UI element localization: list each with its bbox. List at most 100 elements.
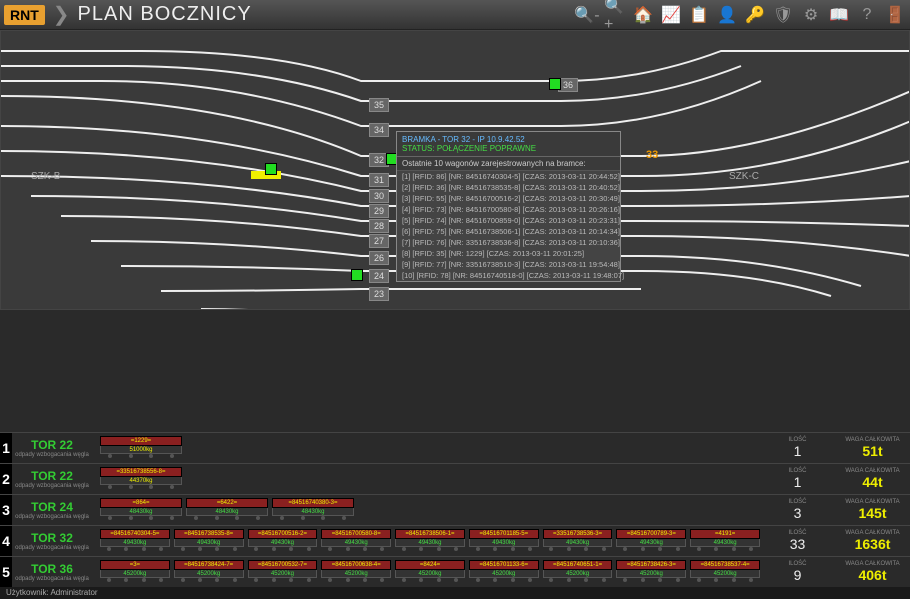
wagon-number: =84516701133-6= [469, 560, 539, 570]
gate-tooltip: BRAMKA - TOR 32 - IP 10.9.42.52 STATUS: … [396, 131, 621, 282]
wagon-weight: 45200kg [174, 570, 244, 578]
exit-icon[interactable]: 🚪 [884, 4, 906, 26]
wagon-number: =84516701185-5= [469, 529, 539, 539]
home-icon[interactable]: 🏠 [632, 4, 654, 26]
wagon[interactable]: =84516740651-1= 45200kg [543, 560, 613, 584]
wagon[interactable]: =4191= 49430kg [690, 529, 760, 553]
user-icon[interactable]: 👤 [716, 4, 738, 26]
wagon-weight: 48430kg [272, 508, 354, 516]
wagon[interactable]: =84516738506-1= 49430kg [395, 529, 465, 553]
book-icon[interactable]: 📖 [828, 4, 850, 26]
wagon-number: =1229= [100, 436, 182, 446]
wagon-number: =84516738424-7= [174, 560, 244, 570]
zoom-out-icon[interactable]: 🔍- [576, 4, 598, 26]
wagon-weight: 45200kg [690, 570, 760, 578]
wagon[interactable]: =6422= 48430kg [186, 498, 268, 522]
wagon-number: =84516740651-1= [543, 560, 613, 570]
shield-icon[interactable]: 🛡 [772, 4, 794, 26]
wagon[interactable]: =84516701185-5= 49430kg [469, 529, 539, 553]
wagon-number: =4191= [690, 529, 760, 539]
track-number[interactable]: 26 [369, 251, 389, 265]
tooltip-row: [4] [RFID: 73] [NR: 84516700580-8] [CZAS… [397, 204, 620, 215]
wagon-weight: 49430kg [100, 539, 170, 547]
gate-marker[interactable] [351, 269, 363, 281]
track-number[interactable]: 24 [369, 269, 389, 283]
track-label[interactable]: TOR 22 odpady wzbogacania węgla [12, 438, 92, 458]
track-subtitle: odpady wzbogacania węgla [12, 452, 92, 458]
track-number[interactable]: 27 [369, 234, 389, 248]
tooltip-row: [9] [RFID: 77] [NR: 33516738510-3] [CZAS… [397, 259, 620, 270]
szk-left-label: SZK-B [31, 171, 60, 182]
wagon[interactable]: =84516738424-7= 45200kg [174, 560, 244, 584]
header: RNT ❯ PLAN BOCZNICY 🔍- 🔍+ 🏠 📈 📋 👤 🔑 🛡 ⚙ … [0, 0, 910, 30]
track-label[interactable]: TOR 32 odpady wzbogacania węgla [12, 531, 92, 551]
wagon[interactable]: =864= 48430kg [100, 498, 182, 522]
wagon[interactable]: =84516700789-3= 49430kg [616, 529, 686, 553]
tooltip-row: [5] [RFID: 74] [NR: 84516700859-0] [CZAS… [397, 215, 620, 226]
wagon[interactable]: =84516701133-6= 45200kg [469, 560, 539, 584]
wagon[interactable]: =84516700532-7= 45200kg [248, 560, 318, 584]
track-number[interactable]: 34 [369, 123, 389, 137]
track-number[interactable]: 35 [369, 98, 389, 112]
track-number[interactable]: 23 [369, 287, 389, 301]
wagon-number: =84516740380-3= [272, 498, 354, 508]
track-row: 5 TOR 36 odpady wzbogacania węgla =3= 45… [0, 556, 910, 587]
gear-icon[interactable]: ⚙ [800, 4, 822, 26]
track-weight: 51t [835, 443, 910, 459]
wagon[interactable]: =84516738426-3= 45200kg [616, 560, 686, 584]
track-number[interactable]: 30 [369, 189, 389, 203]
wagon[interactable]: =84516738537-4= 45200kg [690, 560, 760, 584]
track-row: 3 TOR 24 odpady wzbogacania węgla =864= … [0, 494, 910, 525]
track-weight: 1636t [835, 536, 910, 552]
track-list: 1 TOR 22 odpady wzbogacania węgla =1229=… [0, 432, 910, 587]
track-count: 1 [760, 474, 835, 490]
clipboard-icon[interactable]: 📋 [688, 4, 710, 26]
track-number[interactable]: 31 [369, 173, 389, 187]
wagon[interactable]: =8424= 45200kg [395, 560, 465, 584]
wagon[interactable]: =84516700516-2= 49430kg [248, 529, 318, 553]
track-label[interactable]: TOR 22 odpady wzbogacania węgla [12, 469, 92, 489]
wagon[interactable]: =84516700580-8= 49430kg [321, 529, 391, 553]
toolbar: 🔍- 🔍+ 🏠 📈 📋 👤 🔑 🛡 ⚙ 📖 ? 🚪 [576, 4, 906, 26]
help-icon[interactable]: ? [856, 4, 878, 26]
wagon[interactable]: =3= 45200kg [100, 560, 170, 584]
wagon[interactable]: =1229= 51000kg [100, 436, 182, 460]
wagon[interactable]: =33516738556-8= 44370kg [100, 467, 182, 491]
track-index: 5 [0, 557, 12, 587]
track-weight: 406t [835, 567, 910, 583]
wagon[interactable]: =84516740304-5= 49430kg [100, 529, 170, 553]
wagon-number: =33516738556-8= [100, 467, 182, 477]
wagon-weight: 49430kg [690, 539, 760, 547]
track-label[interactable]: TOR 24 odpady wzbogacania węgla [12, 500, 92, 520]
wagon-number: =84516700580-8= [321, 529, 391, 539]
key-icon[interactable]: 🔑 [744, 4, 766, 26]
tooltip-row: [1] [RFID: 86] [NR: 84516740304-5] [CZAS… [397, 171, 620, 182]
logo: RNT [4, 5, 45, 25]
wagon[interactable]: =33516738536-3= 49430kg [543, 529, 613, 553]
track-number[interactable]: 28 [369, 219, 389, 233]
wagon-number: =8424= [395, 560, 465, 570]
tooltip-row: [2] [RFID: 36] [NR: 84516738535-8] [CZAS… [397, 182, 620, 193]
zoom-in-icon[interactable]: 🔍+ [604, 4, 626, 26]
gate-marker[interactable] [265, 163, 277, 175]
tor33-highlight: 33 [646, 149, 658, 161]
tooltip-row: [8] [RFID: 35] [NR: 1229] [CZAS: 2013-03… [397, 248, 620, 259]
statusbar: Użytkownik: Administrator [0, 587, 910, 599]
wagon-number: =84516740304-5= [100, 529, 170, 539]
wagon[interactable]: =84516738535-8= 49430kg [174, 529, 244, 553]
track-map[interactable]: SZK-B SZK-C 33 36 35 34 32 31 30 29 28 2… [0, 30, 910, 310]
breadcrumb-arrow: ❯ [53, 2, 70, 27]
wagon-number: =33516738536-3= [543, 529, 613, 539]
gate-marker[interactable] [549, 78, 561, 90]
track-label[interactable]: TOR 36 odpady wzbogacania węgla [12, 562, 92, 582]
wagon[interactable]: =84516740380-3= 48430kg [272, 498, 354, 522]
wagon-number: =84516738506-1= [395, 529, 465, 539]
chart-icon[interactable]: 📈 [660, 4, 682, 26]
wagon[interactable]: =84516700638-4= 45200kg [321, 560, 391, 584]
track-number[interactable]: 36 [558, 78, 578, 92]
track-row: 4 TOR 32 odpady wzbogacania węgla =84516… [0, 525, 910, 556]
wagon-weight: 49430kg [174, 539, 244, 547]
track-count: 9 [760, 567, 835, 583]
track-number[interactable]: 29 [369, 204, 389, 218]
track-name: TOR 24 [12, 500, 92, 514]
